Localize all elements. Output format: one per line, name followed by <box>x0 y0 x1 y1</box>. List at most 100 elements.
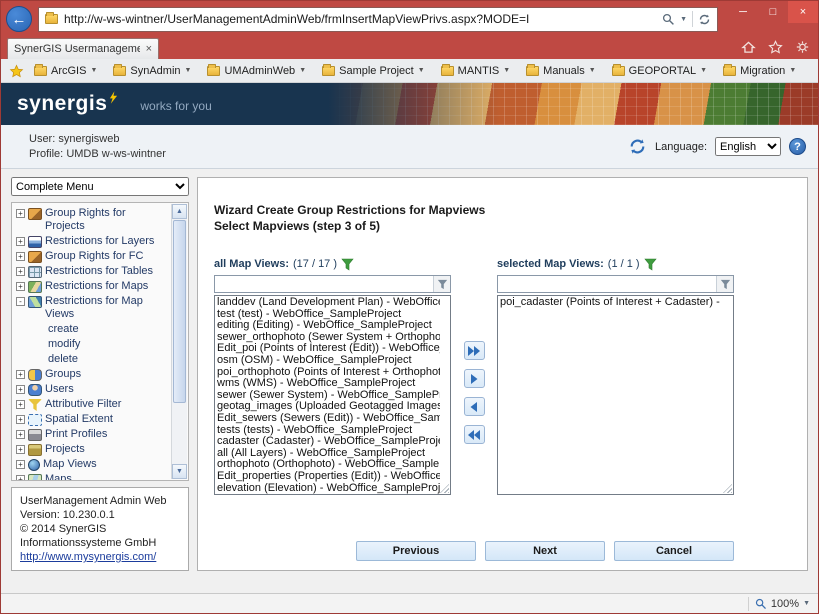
tree-item[interactable]: + Restrictions for Layers <box>16 234 168 249</box>
tree-item[interactable]: + Restrictions for Maps <box>16 279 168 294</box>
favorites-bar-item[interactable]: GEOPORTAL ▼ <box>612 65 707 77</box>
mapview-list-item[interactable]: all (All Layers) - WebOffice_SampleProje… <box>217 448 440 460</box>
tree-item-label[interactable]: modify <box>48 338 80 351</box>
tree-item-label[interactable]: Restrictions for Map Views <box>45 295 168 321</box>
scrollbar-thumb[interactable] <box>173 220 186 403</box>
tree-item-label[interactable]: Restrictions for Layers <box>45 235 154 248</box>
tree-item-label[interactable]: Projects <box>45 443 85 456</box>
mapview-list-item[interactable]: Edit_properties (Properties (Edit)) - We… <box>217 471 440 483</box>
refresh-icon[interactable] <box>698 13 711 26</box>
minimize-button[interactable]: ─ <box>728 1 758 23</box>
tree-expander-icon[interactable]: + <box>16 415 25 424</box>
selected-mapviews-filter-input[interactable] <box>498 276 716 292</box>
back-button[interactable]: ← <box>6 6 32 32</box>
mapview-list-item[interactable]: editing (Editing) - WebOffice_SampleProj… <box>217 320 440 332</box>
tree-item[interactable]: - Restrictions for Map Views <box>16 294 168 322</box>
favorites-bar-item[interactable]: Manuals ▼ <box>526 65 596 77</box>
mapview-list-item[interactable]: sewer_orthophoto (Sewer System + Orthoph… <box>217 332 440 344</box>
next-button[interactable]: Next <box>485 541 605 561</box>
tree-item-label[interactable]: Spatial Extent <box>45 413 113 426</box>
tree-expander-icon[interactable]: + <box>16 237 25 246</box>
tree-expander-icon[interactable]: + <box>16 385 25 394</box>
filter-all-icon[interactable] <box>341 258 354 271</box>
tree-item-label[interactable]: Restrictions for Maps <box>45 280 148 293</box>
search-icon[interactable] <box>662 13 675 26</box>
move-all-left-button[interactable] <box>464 425 485 444</box>
scroll-up-icon[interactable]: ▲ <box>172 204 187 219</box>
tree-item[interactable]: delete <box>16 352 168 367</box>
reload-page-icon[interactable] <box>628 137 647 156</box>
close-button[interactable]: × <box>788 1 818 23</box>
zoom-control[interactable]: 100% ▼ <box>755 598 810 610</box>
all-mapviews-listbox[interactable]: landdev (Land Development Plan) - WebOff… <box>214 295 451 495</box>
home-icon[interactable] <box>741 40 756 54</box>
synergis-website-link[interactable]: http://www.mysynergis.com/ <box>20 550 180 564</box>
add-favorite-icon[interactable] <box>9 64 24 78</box>
all-mapviews-filter-button[interactable] <box>433 276 450 292</box>
mapview-list-item[interactable]: cadaster (Cadaster) - WebOffice_SamplePr… <box>217 436 440 448</box>
tree-expander-icon[interactable]: + <box>16 430 25 439</box>
mapview-list-item[interactable]: elevation (Elevation) - WebOffice_Sample… <box>217 483 440 495</box>
tree-item[interactable]: + Group Rights for Projects <box>16 206 168 234</box>
mapview-list-item[interactable]: geotag_images (Uploaded Geotagged Images… <box>217 401 440 413</box>
tree-expander-icon[interactable]: + <box>16 445 25 454</box>
mapview-list-item[interactable]: wms (WMS) - WebOffice_SampleProject <box>217 378 440 390</box>
mapview-list-item[interactable]: osm (OSM) - WebOffice_SampleProject <box>217 355 440 367</box>
tree-item[interactable]: + Restrictions for Tables <box>16 264 168 279</box>
tree-item[interactable]: + Group Rights for FC <box>16 249 168 264</box>
sidebar-scrollbar[interactable]: ▲ ▼ <box>171 204 187 479</box>
selected-mapviews-filter-button[interactable] <box>716 276 733 292</box>
tree-expander-icon[interactable]: + <box>16 209 25 218</box>
mapview-list-item[interactable]: landdev (Land Development Plan) - WebOff… <box>217 297 440 309</box>
favorites-bar-item[interactable]: ArcGIS ▼ <box>34 65 97 77</box>
move-right-button[interactable] <box>464 369 485 388</box>
language-select[interactable]: English <box>715 137 781 156</box>
browser-tab[interactable]: SynerGIS Usermanagement ... × <box>7 38 159 59</box>
favorites-bar-item[interactable]: SynAdmin ▼ <box>113 65 191 77</box>
resize-grip-icon[interactable] <box>440 484 449 493</box>
mapview-list-item[interactable]: Edit_sewers (Sewers (Edit)) - WebOffice_… <box>217 413 440 425</box>
tree-item-label[interactable]: Group Rights for Projects <box>45 207 168 233</box>
mapview-list-item[interactable]: test (test) - WebOffice_SampleProject <box>217 309 440 321</box>
filter-selected-icon[interactable] <box>644 258 657 271</box>
favorites-bar-item[interactable]: Sample Project ▼ <box>322 65 425 77</box>
tree-expander-icon[interactable]: + <box>16 252 25 261</box>
tree-item[interactable]: + Maps <box>16 472 168 481</box>
move-left-button[interactable] <box>464 397 485 416</box>
tree-item-label[interactable]: Group Rights for FC <box>45 250 143 263</box>
tree-item[interactable]: + Projects <box>16 442 168 457</box>
menu-filter-select[interactable]: Complete Menu <box>11 177 189 196</box>
mapview-list-item[interactable]: sewer (Sewer System) - WebOffice_SampleP… <box>217 390 440 402</box>
move-all-right-button[interactable] <box>464 341 485 360</box>
all-mapviews-filter-input[interactable] <box>215 276 433 292</box>
address-bar[interactable]: http://w-ws-wintner/UserManagementAdminW… <box>38 7 718 32</box>
tree-item[interactable]: + Print Profiles <box>16 427 168 442</box>
mapview-list-item[interactable]: Edit_poi (Points of Interest (Edit)) - W… <box>217 343 440 355</box>
favorites-bar-item[interactable]: UMAdminWeb ▼ <box>207 65 306 77</box>
tree-item-label[interactable]: Attributive Filter <box>45 398 121 411</box>
tree-item[interactable]: create <box>16 322 168 337</box>
resize-grip-icon[interactable] <box>723 484 732 493</box>
previous-button[interactable]: Previous <box>356 541 476 561</box>
favorites-star-icon[interactable] <box>768 40 783 54</box>
settings-gear-icon[interactable] <box>795 40 810 54</box>
tree-item-label[interactable]: Maps <box>45 473 72 481</box>
help-icon[interactable]: ? <box>789 138 806 155</box>
tree-expander-icon[interactable]: - <box>16 297 25 306</box>
tree-expander-icon[interactable]: + <box>16 267 25 276</box>
tree-item-label[interactable]: create <box>48 323 79 336</box>
favorites-bar-item[interactable]: MANTIS ▼ <box>441 65 511 77</box>
tree-item-label[interactable]: Groups <box>45 368 81 381</box>
mapview-list-item[interactable]: poi_cadaster (Points of Interest + Cadas… <box>500 297 723 309</box>
tree-item-label[interactable]: Restrictions for Tables <box>45 265 153 278</box>
tree-item[interactable]: modify <box>16 337 168 352</box>
tree-expander-icon[interactable]: + <box>16 282 25 291</box>
favorites-bar-item[interactable]: Migration ▼ <box>723 65 796 77</box>
scroll-down-icon[interactable]: ▼ <box>172 464 187 479</box>
mapview-list-item[interactable]: orthophoto (Orthophoto) - WebOffice_Samp… <box>217 459 440 471</box>
tab-close-icon[interactable]: × <box>146 43 152 55</box>
tree-item[interactable]: + Spatial Extent <box>16 412 168 427</box>
tree-item[interactable]: + Map Views <box>16 457 168 472</box>
mapview-list-item[interactable]: tests (tests) - WebOffice_SampleProject <box>217 425 440 437</box>
maximize-button[interactable]: □ <box>758 1 788 23</box>
